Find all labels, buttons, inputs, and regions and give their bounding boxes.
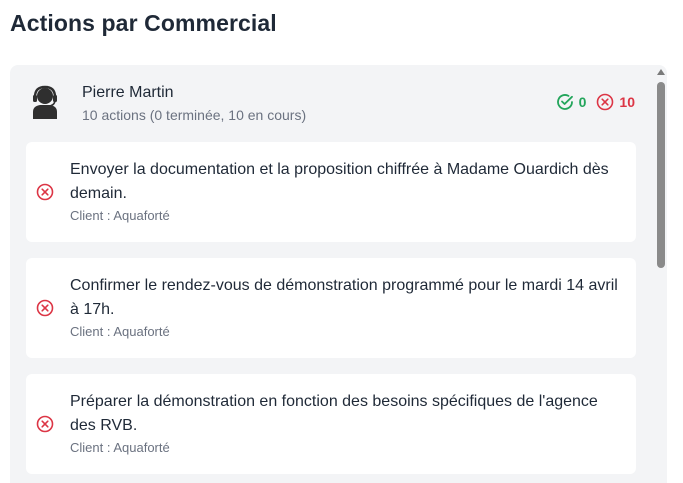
action-text: Envoyer la documentation et la propositi… — [70, 161, 609, 202]
page-title: Actions par Commercial — [10, 10, 277, 36]
action-card[interactable]: Confirmer le rendez-vous de démonstratio… — [26, 258, 636, 358]
commercial-name: Pierre Martin — [82, 84, 174, 101]
action-text: Confirmer le rendez-vous de démonstratio… — [70, 277, 618, 318]
action-counts: 0 10 — [556, 93, 635, 111]
commercial-panel: Pierre Martin 10 actions (0 terminée, 10… — [10, 65, 667, 483]
check-circle-icon — [556, 94, 573, 110]
x-circle-icon — [597, 93, 614, 111]
page: Actions par Commercial Pierre Martin 10 … — [0, 0, 683, 483]
open-count-badge: 10 — [596, 93, 635, 111]
commercial-summary: 10 actions (0 terminée, 10 en cours) — [82, 107, 307, 123]
scroll-up-arrow-icon[interactable] — [657, 69, 665, 75]
action-card[interactable]: Préparer la démonstration en fonction de… — [26, 374, 636, 474]
action-card[interactable]: Envoyer la documentation et la propositi… — [26, 142, 636, 242]
scrollbar-thumb[interactable] — [657, 82, 665, 268]
x-circle-icon — [36, 299, 54, 317]
action-client: Client : Aquaforté — [70, 440, 170, 455]
action-text: Préparer la démonstration en fonction de… — [70, 393, 598, 434]
commercial-header[interactable]: Pierre Martin 10 actions (0 terminée, 10… — [10, 65, 655, 139]
x-circle-icon — [36, 415, 54, 433]
action-client: Client : Aquaforté — [70, 324, 170, 339]
support-agent-icon — [33, 85, 57, 119]
action-client: Client : Aquaforté — [70, 208, 170, 223]
open-count: 10 — [619, 94, 635, 110]
done-count-badge: 0 — [556, 93, 587, 111]
x-circle-icon — [36, 183, 54, 201]
done-count: 0 — [578, 94, 587, 110]
